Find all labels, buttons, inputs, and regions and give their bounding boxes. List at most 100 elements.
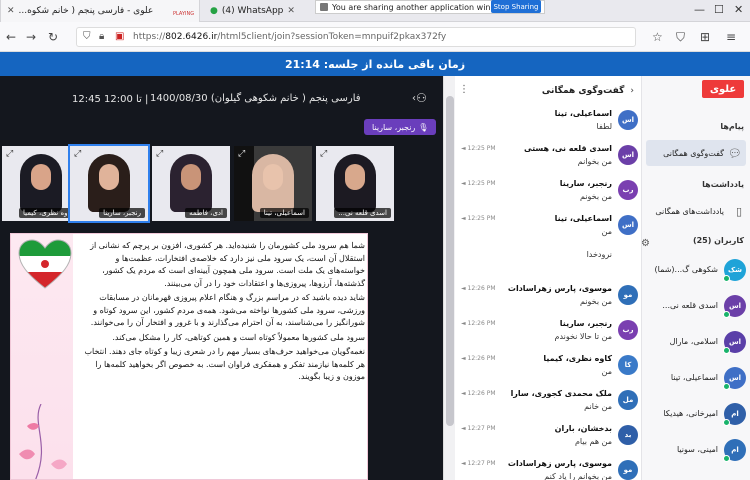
user-name: شکوهی گ...(شما) bbox=[654, 265, 718, 274]
avatar: رب bbox=[618, 180, 638, 200]
video-tile[interactable]: ⤢ ادی، فاطمه bbox=[152, 146, 230, 221]
avatar: مو bbox=[618, 460, 638, 480]
shared-notes-item[interactable]: ▯ یادداشت‌های همگانی bbox=[646, 198, 746, 224]
reload-icon[interactable]: ↻ bbox=[48, 30, 58, 44]
chat-message-text: نرودخدا bbox=[586, 250, 612, 259]
extensions-icon[interactable]: ⊞ bbox=[700, 30, 710, 44]
chat-message-text: لطفا bbox=[596, 122, 612, 131]
chat-sender-name: رنجبر، سارینا bbox=[559, 319, 612, 328]
browser-tab-strip: ✕ علوی - فارسی پنجم ( خانم شکوه... PLAYI… bbox=[0, 0, 750, 22]
bookmark-star-icon[interactable]: ☆ bbox=[652, 30, 663, 44]
browser-tab-class[interactable]: ✕ علوی - فارسی پنجم ( خانم شکوه... PLAYI… bbox=[0, 0, 200, 22]
expand-icon[interactable]: ⤢ bbox=[6, 149, 13, 159]
avatar: بد bbox=[618, 425, 638, 445]
online-status-icon bbox=[723, 311, 730, 318]
video-tile[interactable]: ⤢ اسدی قلعه نی... bbox=[316, 146, 394, 221]
tab-playing-label: PLAYING bbox=[173, 11, 195, 17]
close-window-icon[interactable]: ✕ bbox=[734, 3, 743, 16]
user-list-item[interactable]: اس اسلامی، مارال bbox=[642, 326, 750, 358]
chat-message: مو موسوی، پارس زهراسادات من بخوانم را یاد … bbox=[455, 456, 641, 480]
address-bar: ← → ↻ ⛉ 🔒︎ ▣ https:// 802.6426.ir /html5… bbox=[0, 22, 750, 52]
chat-scrollbar[interactable] bbox=[443, 76, 455, 480]
note-icon: ▯ bbox=[735, 204, 742, 218]
chat-title: گفت‌وگوی همگانی bbox=[541, 86, 625, 96]
avatar: مو bbox=[618, 285, 638, 305]
close-tab-icon[interactable]: ✕ bbox=[287, 6, 295, 16]
chat-message-text: من بخونم bbox=[580, 192, 612, 201]
expand-icon[interactable]: ⤢ bbox=[74, 149, 81, 159]
back-icon[interactable]: ← bbox=[6, 30, 16, 44]
collapse-arrow-icon[interactable]: ‹ bbox=[412, 93, 416, 104]
chat-sender-name: اسماعیلی، تینا bbox=[554, 109, 612, 118]
user-list-item[interactable]: اس اسماعیلی، تینا bbox=[642, 362, 750, 394]
lock-icon[interactable]: 🔒︎ bbox=[99, 31, 104, 42]
slide-paragraph: نغمه‌گویان می‌خواهید حرف‌های بسیار مهم ر… bbox=[84, 347, 366, 381]
video-tile[interactable]: ⤢ کاوه نظری، کیمیا bbox=[2, 146, 80, 221]
more-options-icon[interactable]: ⋮ bbox=[459, 84, 469, 95]
chat-panel: ‹ گفت‌وگوی همگانی ⋮ اس اسماعیلی، تینا لطفا… bbox=[455, 76, 642, 480]
user-name: امیرخانی، هیدیکا bbox=[663, 409, 718, 418]
browser-tab-whatsapp[interactable]: ● (4) WhatsApp ✕ bbox=[204, 0, 304, 22]
online-status-icon bbox=[723, 419, 730, 426]
sidebar: علوی پیام‌ها 💬︎ گفت‌وگوی همگانی یادداشت‌… bbox=[642, 76, 750, 480]
stop-sharing-button[interactable]: Stop Sharing bbox=[491, 0, 541, 13]
video-tile[interactable]: ⤢ رنجبر، سارینا bbox=[68, 144, 150, 223]
online-status-icon bbox=[723, 275, 730, 282]
participant-face bbox=[99, 164, 119, 190]
sharing-indicator-icon[interactable]: ▣ bbox=[115, 31, 124, 42]
chevron-back-icon[interactable]: ‹ bbox=[630, 86, 634, 96]
public-chat-item[interactable]: 💬︎ گفت‌وگوی همگانی bbox=[646, 140, 746, 166]
avatar: کا bbox=[618, 355, 638, 375]
avatar: اس bbox=[618, 145, 638, 165]
chat-header: ‹ گفت‌وگوی همگانی bbox=[455, 76, 641, 106]
user-list-item[interactable]: ام امیرخانی، هیدیکا bbox=[642, 398, 750, 430]
avatar: مل bbox=[618, 390, 638, 410]
user-list-item[interactable]: اس اسدی قلعه نی... bbox=[642, 290, 750, 322]
video-tile-name: ادی، فاطمه bbox=[185, 208, 227, 218]
participant-face bbox=[181, 164, 201, 190]
video-tile-name: اسدی قلعه نی... bbox=[334, 208, 391, 218]
avatar: اس bbox=[618, 110, 638, 130]
user-list-item[interactable]: ام امینی، سونیا bbox=[642, 434, 750, 466]
participant-face bbox=[263, 164, 283, 190]
chat-message: اس اسماعیلی، تینا لطفا bbox=[455, 106, 641, 142]
scrollbar-thumb[interactable] bbox=[446, 96, 454, 426]
gear-icon[interactable]: ⚙ bbox=[642, 238, 650, 249]
menu-icon[interactable]: ≡ bbox=[726, 30, 736, 44]
slide-paragraph: شاید دیده باشید که در مراسم بزرگ و هنگام… bbox=[90, 293, 365, 327]
chat-message: مو موسوی، پارس زهراسادات من بخونم ◄ 12:26 P… bbox=[455, 281, 641, 317]
class-title: فارسی پنجم ( خانم شکوهی گیلوان) 1400/08/… bbox=[150, 93, 361, 104]
chat-timestamp: ◄ 12:27 PM bbox=[461, 425, 496, 432]
shield-icon[interactable]: ⛉ bbox=[83, 31, 91, 42]
video-tile-name: رنجبر، سارینا bbox=[99, 208, 145, 218]
maximize-window-icon[interactable]: ☐ bbox=[714, 3, 724, 16]
expand-icon[interactable]: ⤢ bbox=[238, 149, 245, 159]
chat-message: کا کاوه نظری، کیمیا من ◄ 12:26 PM bbox=[455, 351, 641, 387]
avatar: رب bbox=[618, 320, 638, 340]
user-name: اسدی قلعه نی... bbox=[662, 301, 718, 310]
chat-sender-name: بدخشان، باران bbox=[554, 424, 612, 433]
chat-message-text: من بخوانم را یاد کنم bbox=[544, 472, 612, 480]
chat-message: نرودخدا bbox=[455, 246, 641, 282]
floral-stem-decoration bbox=[19, 404, 67, 479]
user-list-item[interactable]: شک شکوهی گ...(شما) bbox=[642, 254, 750, 286]
url-field[interactable]: ⛉ 🔒︎ ▣ https:// 802.6426.ir /html5client… bbox=[76, 27, 636, 47]
shield-toolbar-icon[interactable]: ⛉ bbox=[676, 30, 685, 45]
chat-message-text: من bbox=[601, 367, 612, 376]
url-scheme: https:// bbox=[133, 32, 166, 42]
close-tab-icon[interactable]: ✕ bbox=[7, 6, 15, 16]
user-icon[interactable]: ⚇ bbox=[416, 91, 427, 105]
minimize-window-icon[interactable]: — bbox=[694, 3, 705, 16]
presentation-slide: شما هم سرود ملی کشورمان را شنیده‌اید. هر… bbox=[10, 233, 368, 480]
chat-message-text: من بخوانم bbox=[577, 157, 612, 166]
chat-message-text: من هم بیام bbox=[574, 437, 612, 446]
online-status-icon bbox=[723, 383, 730, 390]
forward-icon[interactable]: → bbox=[26, 30, 36, 44]
sharing-notice-text: You are sharing another application wind… bbox=[332, 2, 509, 12]
expand-icon[interactable]: ⤢ bbox=[156, 149, 163, 159]
user-name: امینی، سونیا bbox=[676, 445, 718, 454]
video-tile[interactable]: ⤢ اسماعیلی، تینا bbox=[234, 146, 312, 221]
expand-icon[interactable]: ⤢ bbox=[320, 149, 327, 159]
chat-timestamp: ◄ 12:25 PM bbox=[461, 145, 496, 152]
session-timer: زمان باقی مانده از جلسه: 21:14 bbox=[0, 52, 750, 76]
